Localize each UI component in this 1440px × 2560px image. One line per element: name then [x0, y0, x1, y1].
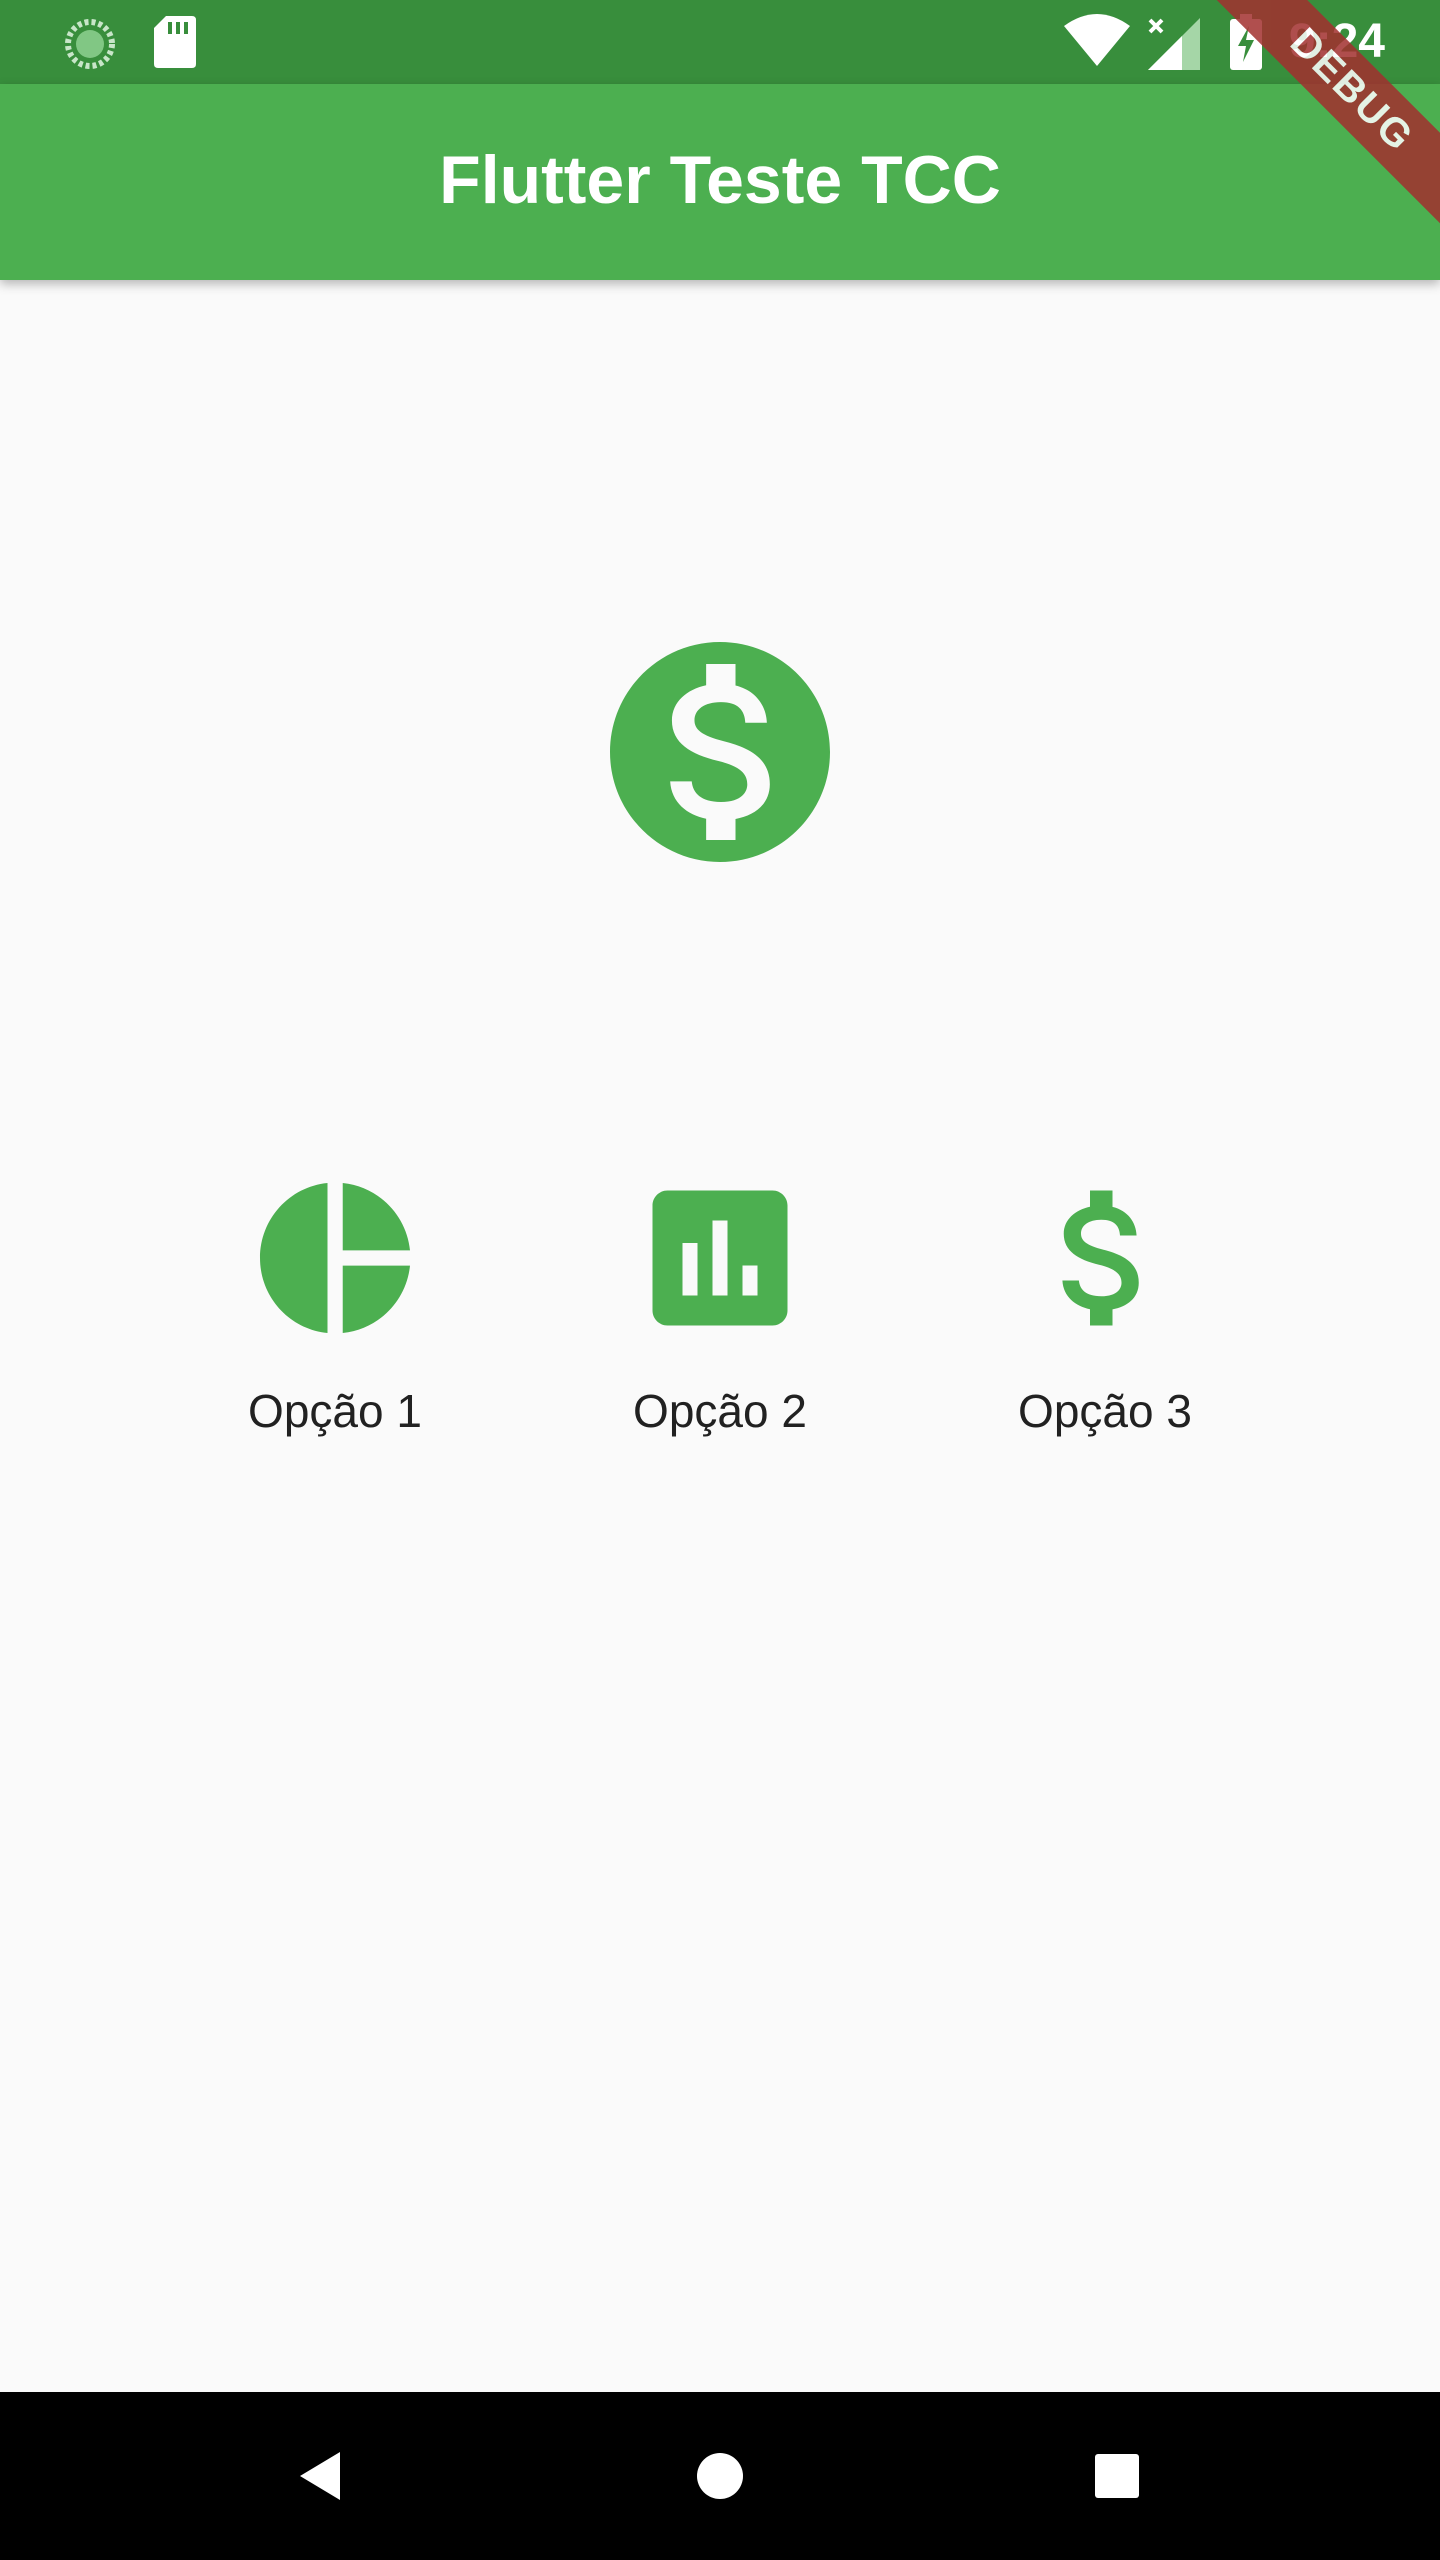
app-title: Flutter Teste TCC	[439, 142, 1001, 218]
wifi-icon	[1064, 14, 1130, 66]
status-bar: 9:24	[0, 0, 1440, 84]
monetization-on-icon	[610, 642, 830, 862]
bar-chart-icon	[652, 1190, 788, 1326]
app-bar: Flutter Teste TCC	[0, 84, 1440, 280]
option-2-label: Opção 2	[633, 1385, 807, 1437]
recents-icon[interactable]	[1077, 2436, 1157, 2516]
status-time: 9:24	[1288, 15, 1385, 68]
pie-chart-icon	[260, 1183, 410, 1333]
signal-no-data-icon	[1148, 18, 1200, 70]
attach-money-icon	[1062, 1190, 1139, 1326]
back-icon[interactable]	[280, 2436, 360, 2516]
navigation-bar	[0, 2392, 1440, 2560]
option-1[interactable]: Opção 1	[185, 1168, 485, 1438]
option-2[interactable]: Opção 2	[570, 1168, 870, 1438]
loading-icon	[65, 19, 115, 69]
home-icon[interactable]	[680, 2436, 760, 2516]
option-3[interactable]: Opção 3	[955, 1168, 1255, 1438]
option-3-label: Opção 3	[1018, 1385, 1192, 1437]
sd-card-icon	[154, 16, 196, 68]
battery-charging-icon	[1230, 14, 1262, 70]
option-1-label: Opção 1	[248, 1385, 422, 1437]
